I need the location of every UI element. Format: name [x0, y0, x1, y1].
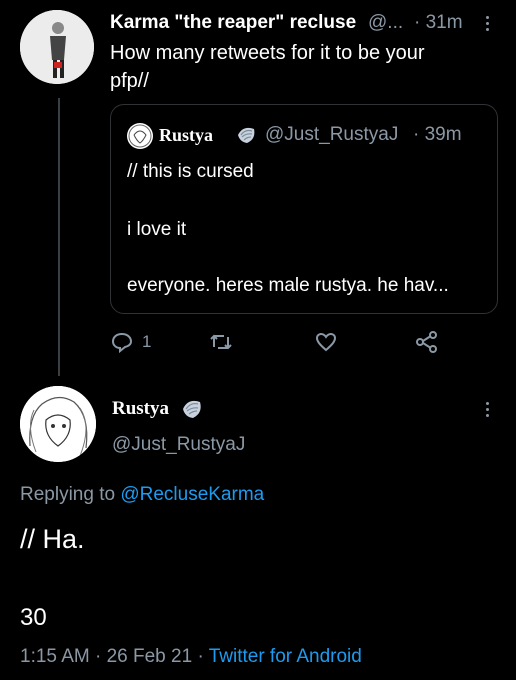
retweet-button[interactable] [208, 330, 234, 354]
tweet-meta: 1:15 AM · 26 Feb 21 · Twitter for Androi… [20, 646, 362, 668]
quoted-line2: i love it [127, 219, 187, 240]
like-icon [315, 332, 337, 352]
reply-button[interactable]: 1 [110, 330, 151, 354]
replying-to-prefix: Replying to [20, 484, 116, 505]
main-avatar[interactable] [20, 386, 96, 462]
like-button[interactable] [314, 330, 338, 354]
replying-to: Replying to @RecluseKarma [20, 484, 264, 506]
quoted-time: · 39m [413, 124, 462, 145]
parent-avatar-image [20, 10, 94, 84]
reply-icon [111, 332, 133, 354]
replying-to-handle[interactable]: @RecluseKarma [120, 484, 264, 505]
quoted-handle: @Just_RustyaJ [265, 124, 399, 145]
parent-handle[interactable]: @... [368, 12, 403, 34]
tweet-timestamp: 1:15 AM · 26 Feb 21 · [20, 646, 204, 667]
parent-text-line2: pfp// [110, 70, 149, 92]
quoted-line3: everyone. heres male rustya. he hav... [127, 275, 449, 296]
parent-time: · 31m [414, 12, 463, 33]
share-button[interactable] [414, 330, 440, 354]
main-tweet-count: 30 [20, 604, 47, 631]
main-more-icon[interactable] [486, 402, 490, 417]
parent-display-name[interactable]: Karma "the reaper" recluse [110, 12, 356, 34]
main-verified-shell-icon [180, 396, 204, 425]
verified-shell-icon [235, 123, 257, 150]
quoted-display-name: Rustya [159, 125, 214, 145]
thread-line [58, 98, 60, 376]
share-icon [416, 331, 437, 353]
parent-more-icon[interactable] [486, 16, 490, 31]
main-tweet-text: // Ha. [20, 524, 85, 554]
main-avatar-image [20, 386, 96, 462]
tweet-source[interactable]: Twitter for Android [209, 646, 362, 667]
quoted-line1: // this is cursed [127, 161, 254, 182]
parent-text-line1: How many retweets for it to be your [110, 42, 425, 64]
parent-avatar[interactable] [20, 10, 94, 84]
quoted-avatar [127, 123, 153, 149]
retweet-icon [210, 334, 232, 350]
quoted-tweet-card[interactable]: Rustya @Just_RustyaJ · 39m // this is cu… [110, 104, 498, 314]
main-display-name[interactable]: Rustya [112, 398, 169, 420]
main-handle[interactable]: @Just_RustyaJ [112, 434, 245, 456]
reply-count: 1 [142, 332, 152, 351]
